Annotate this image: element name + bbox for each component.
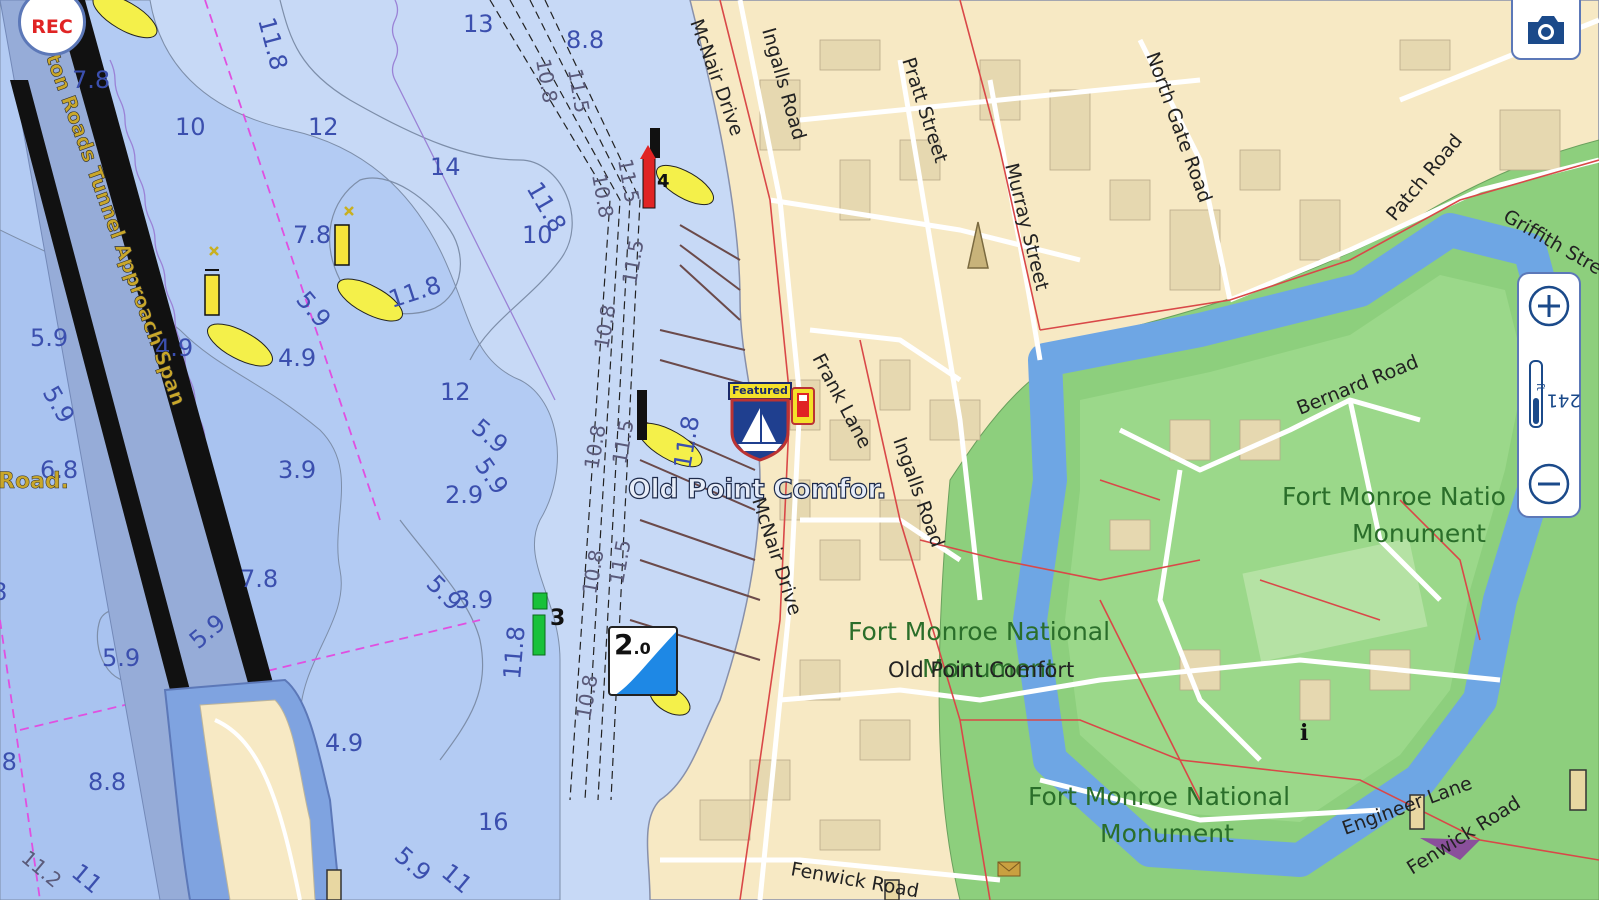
label-monument-right: Fort Monroe Natio [1282,482,1506,511]
tide-value-major: 2 [614,628,634,661]
label-monument-right-2: Monument [1352,519,1486,548]
depth-label: 8.8 [566,26,604,54]
depth-label: 13 [463,10,494,38]
lighthouse-landmark-3 [326,869,342,900]
marina-name-label[interactable]: Old Point Comfor. [627,473,887,505]
depth-label: 4.9 [325,729,363,757]
svg-text:i: i [1300,720,1308,746]
zoom-out-button[interactable] [1527,462,1571,506]
depth-label: 5.9 [30,324,68,352]
depth-label: 10 [175,113,206,141]
depth-label: 14 [430,153,461,181]
post-office-icon [997,861,1021,877]
depth-label: 11.8 [498,625,531,681]
green-buoy-number: 3 [550,606,565,631]
sailboat-marina-icon [730,398,790,462]
depth-label: 5.9 [102,644,140,672]
depth-label: 8.8 [88,768,126,796]
label-monument-bottom: Fort Monroe National [1028,782,1290,811]
red-buoy-number: 4 [657,171,670,192]
scale-unit: ft [1533,382,1547,391]
info-icon[interactable]: i [1300,720,1308,746]
nautical-chart-map[interactable]: 7.8 10 12 13 8.8 14 7.8 10 5.9 4.9 4.9 1… [0,0,1599,900]
scale-value: 241 [1546,389,1581,411]
camera-button[interactable] [1511,0,1581,60]
depth-label: 3.9 [278,456,316,484]
depth-label: 12 [440,378,471,406]
tide-value: 2.0 [614,628,651,661]
road-left-label: Road. [0,469,69,494]
scale-label: 241 ft [1533,370,1581,430]
record-label: REC [31,16,73,38]
lighthouse-landmark [1569,769,1587,811]
camera-icon [1528,16,1564,44]
depth-label: .8 [0,748,17,776]
zoom-control: 241 ft [1517,272,1581,518]
depth-label: 8 [0,578,7,606]
tide-station-marker[interactable]: 2.0 [608,626,678,696]
label-monument-bottom-2: Monument [1100,819,1234,848]
depth-label: 7.8 [293,221,331,249]
tide-value-minor: .0 [633,639,651,658]
depth-label: 4.9 [278,344,316,372]
label-old-point-comfort: Old Point Comfort [888,658,1074,682]
zoom-in-button[interactable] [1527,284,1571,328]
depth-label: 7.8 [240,565,278,593]
depth-label: 12 [308,113,339,141]
fuel-pump-icon [791,387,815,425]
marina-marker[interactable]: Featured [728,382,815,472]
green-buoy [532,592,548,656]
depth-label: 2.9 [445,481,483,509]
label-monument-center: Fort Monroe National [848,617,1110,646]
depth-label: 16 [478,808,509,836]
